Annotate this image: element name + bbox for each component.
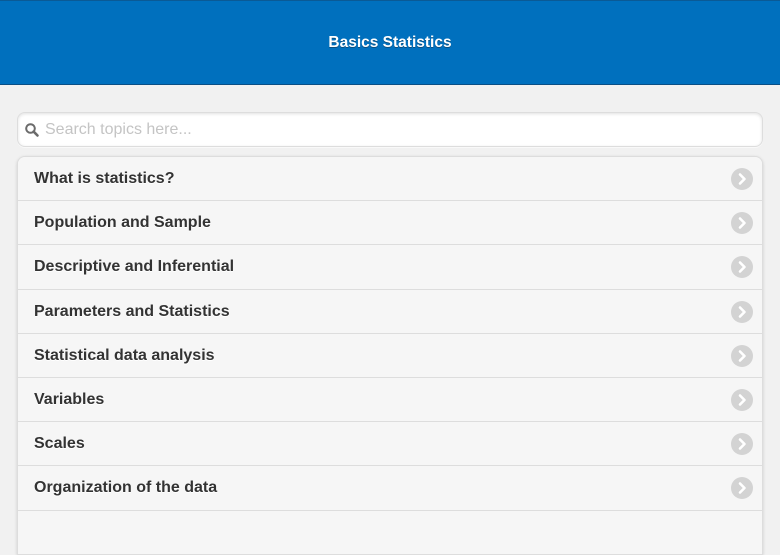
list-item-label: Population and Sample: [34, 214, 211, 232]
search-input[interactable]: [45, 114, 745, 145]
chevron-right-circle-icon: [731, 388, 753, 411]
page-title: Basics Statistics: [328, 34, 452, 51]
chevron-right-circle-icon: [731, 477, 753, 500]
list-item[interactable]: [18, 510, 762, 555]
list-item-label: Descriptive and Inferential: [34, 258, 235, 276]
list-item-label: Parameters and Statistics: [34, 302, 230, 320]
topics-list: What is statistics? Population and Sampl…: [17, 156, 763, 555]
chevron-right-circle-icon: [731, 256, 753, 279]
list-item-label: Variables: [34, 390, 105, 408]
list-item[interactable]: Variables: [18, 377, 762, 423]
list-item-label: Organization of the data: [34, 479, 218, 497]
chevron-right-circle-icon: [731, 212, 753, 235]
list-item[interactable]: Scales: [18, 422, 762, 467]
list-item[interactable]: What is statistics?: [18, 157, 762, 202]
list-item[interactable]: Descriptive and Inferential: [18, 245, 762, 290]
app-header: Basics Statistics: [0, 0, 780, 85]
chevron-right-circle-icon: [731, 433, 753, 456]
search-field[interactable]: [17, 112, 763, 147]
list-item[interactable]: Statistical data analysis: [18, 333, 762, 378]
search-icon: [24, 122, 40, 138]
list-item-label: What is statistics?: [34, 170, 175, 187]
chevron-right-circle-icon: [731, 300, 753, 323]
chevron-right-circle-icon: [731, 344, 753, 367]
list-item[interactable]: Population and Sample: [18, 201, 762, 246]
list-item-label: Statistical data analysis: [34, 346, 215, 364]
list-item-label: Scales: [34, 435, 85, 453]
chevron-right-circle-icon: [731, 168, 753, 190]
list-item[interactable]: Organization of the data: [18, 466, 762, 511]
list-item[interactable]: Parameters and Statistics: [18, 289, 762, 334]
